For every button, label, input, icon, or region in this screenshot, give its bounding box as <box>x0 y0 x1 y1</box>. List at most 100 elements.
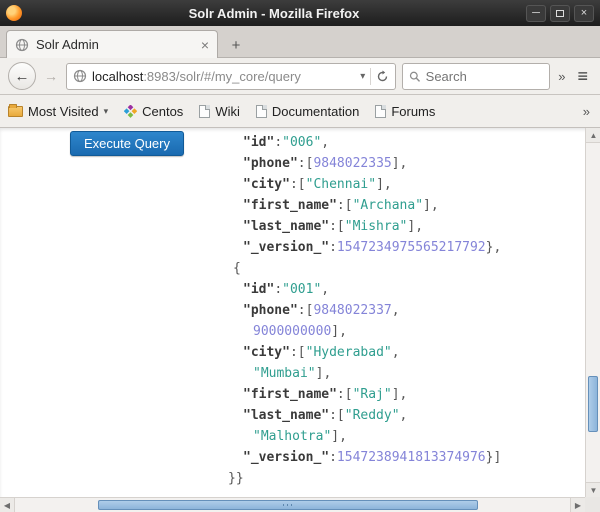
json-token-punct: , <box>392 303 400 318</box>
json-line: "city":["Hyderabad", <box>228 342 578 363</box>
url-path: :8983/solr/#/my_core/query <box>143 69 301 84</box>
json-token-punct: , <box>400 408 408 423</box>
tab-close-icon[interactable]: × <box>201 38 209 52</box>
page-icon <box>256 105 267 118</box>
json-token-number: 9848022337 <box>313 303 391 318</box>
bookmark-forums[interactable]: Forums <box>375 104 435 119</box>
scrollbar-corner <box>585 497 600 512</box>
bookmark-label: Wiki <box>215 104 240 119</box>
json-token-string: "Reddy" <box>345 408 400 423</box>
search-icon <box>409 70 420 83</box>
maximize-icon <box>556 10 564 17</box>
json-token-punct: :[ <box>298 303 314 318</box>
bookmarks-toolbar: Most Visited ▾ Centos Wiki Documentation… <box>0 95 600 128</box>
json-token-punct: : <box>274 282 282 297</box>
url-dropdown-icon[interactable]: ▾ <box>360 71 365 82</box>
scroll-left-icon[interactable]: ◀ <box>0 498 15 512</box>
scroll-up-icon[interactable]: ▲ <box>586 128 600 143</box>
tab-strip: Solr Admin × + <box>0 26 600 58</box>
json-token-punct: ], <box>407 219 423 234</box>
json-line: "id":"006", <box>228 132 578 153</box>
hamburger-menu-icon[interactable]: ≡ <box>573 66 592 87</box>
json-token-punct: : <box>329 240 337 255</box>
bookmark-wiki[interactable]: Wiki <box>199 104 240 119</box>
json-token-key: "_version_" <box>243 450 329 465</box>
site-identity-icon[interactable] <box>73 69 87 83</box>
new-tab-button[interactable]: + <box>222 33 250 57</box>
json-token-key: "phone" <box>243 303 298 318</box>
json-token-key: "id" <box>243 135 274 150</box>
json-line: "last_name":["Reddy", <box>228 405 578 426</box>
search-box[interactable] <box>402 63 550 90</box>
page-icon <box>199 105 210 118</box>
vertical-scrollbar[interactable]: ▲ ▼ <box>585 128 600 497</box>
bookmark-documentation[interactable]: Documentation <box>256 104 359 119</box>
close-button[interactable]: × <box>574 5 594 22</box>
toolbar-overflow-icon[interactable]: » <box>556 69 567 84</box>
window-title: Solr Admin - Mozilla Firefox <box>22 6 526 21</box>
url-text[interactable]: localhost:8983/solr/#/my_core/query <box>92 69 355 84</box>
json-token-key: "id" <box>243 282 274 297</box>
json-token-key: "city" <box>243 177 290 192</box>
json-token-punct: }} <box>228 471 244 486</box>
json-token-punct: , <box>321 135 329 150</box>
bookmark-label: Documentation <box>272 104 359 119</box>
url-bar[interactable]: localhost:8983/solr/#/my_core/query ▾ <box>66 63 396 90</box>
json-token-string: "Chennai" <box>306 177 376 192</box>
page-icon <box>375 105 386 118</box>
bookmark-most-visited[interactable]: Most Visited ▾ <box>8 104 108 119</box>
reload-icon[interactable] <box>376 70 389 83</box>
scroll-right-icon[interactable]: ▶ <box>570 498 585 512</box>
json-line: "first_name":["Archana"], <box>228 195 578 216</box>
json-token-punct: { <box>233 261 241 276</box>
json-token-punct: ], <box>376 177 392 192</box>
json-token-punct: :[ <box>337 387 353 402</box>
json-line: { <box>228 258 578 279</box>
vertical-scrollbar-thumb[interactable] <box>588 376 598 432</box>
json-line: "first_name":["Raj"], <box>228 384 578 405</box>
search-input[interactable] <box>426 69 544 84</box>
json-token-string: "Mishra" <box>345 219 408 234</box>
bookmark-label: Centos <box>142 104 183 119</box>
json-token-key: "last_name" <box>243 408 329 423</box>
json-token-punct: ], <box>331 324 347 339</box>
json-token-punct: :[ <box>290 177 306 192</box>
json-token-punct: ], <box>423 198 439 213</box>
scroll-down-icon[interactable]: ▼ <box>586 482 600 497</box>
bookmarks-overflow-icon[interactable]: » <box>581 104 592 119</box>
back-button[interactable]: ← <box>8 62 36 90</box>
page-content: Execute Query "id":"006","phone":[984802… <box>0 128 600 512</box>
json-token-key: "first_name" <box>243 198 337 213</box>
json-line: }} <box>228 468 578 489</box>
json-token-punct: ], <box>316 366 332 381</box>
horizontal-scrollbar[interactable]: ◀ ▶ <box>0 497 585 512</box>
json-line: "city":["Chennai"], <box>228 174 578 195</box>
folder-icon <box>8 106 23 117</box>
json-token-key: "city" <box>243 345 290 360</box>
json-line: "id":"001", <box>228 279 578 300</box>
chevron-down-icon: ▾ <box>104 106 109 117</box>
forward-button[interactable]: → <box>42 64 60 88</box>
json-line: "_version_":1547234975565217792}, <box>228 237 578 258</box>
json-token-number: 1547234975565217792 <box>337 240 486 255</box>
browser-window: Solr Admin - Mozilla Firefox ─ × Solr Ad… <box>0 0 600 512</box>
json-token-number: 9848022335 <box>313 156 391 171</box>
execute-query-button[interactable]: Execute Query <box>70 131 184 156</box>
json-token-punct: ], <box>392 156 408 171</box>
maximize-button[interactable] <box>550 5 570 22</box>
json-token-punct: ], <box>392 387 408 402</box>
json-token-string: "Mumbai" <box>253 366 316 381</box>
json-token-punct: :[ <box>329 408 345 423</box>
centos-icon <box>124 105 137 118</box>
json-token-number: 9000000000 <box>253 324 331 339</box>
json-token-string: "Archana" <box>353 198 423 213</box>
json-token-punct: :[ <box>290 345 306 360</box>
json-line: "Malhotra"], <box>228 426 578 447</box>
json-token-string: "Malhotra" <box>253 429 331 444</box>
json-token-key: "phone" <box>243 156 298 171</box>
tab-solr-admin[interactable]: Solr Admin × <box>6 30 218 58</box>
horizontal-scrollbar-thumb[interactable] <box>98 500 478 510</box>
json-line: "phone":[9848022335], <box>228 153 578 174</box>
bookmark-centos[interactable]: Centos <box>124 104 183 119</box>
minimize-button[interactable]: ─ <box>526 5 546 22</box>
